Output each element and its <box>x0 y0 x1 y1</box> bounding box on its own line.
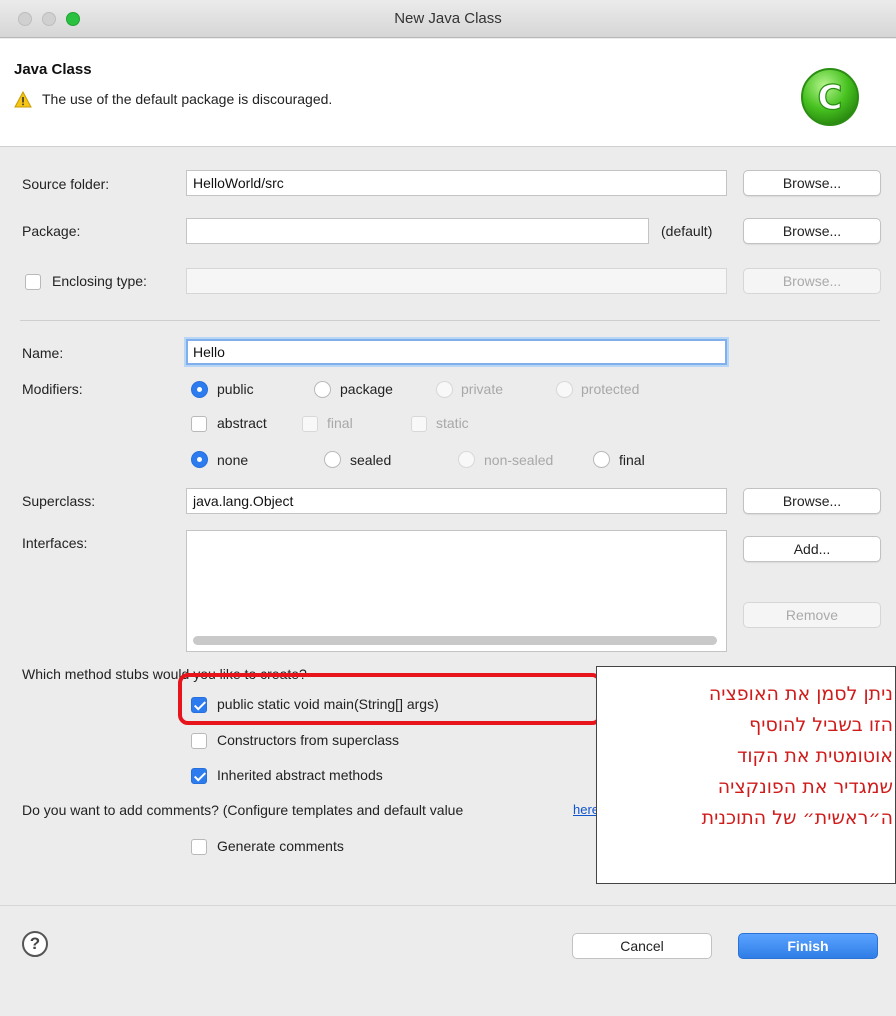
name-label: Name: <box>22 345 64 361</box>
footer-separator <box>0 905 896 906</box>
package-radio[interactable] <box>314 381 331 398</box>
static-checkbox[interactable] <box>411 416 427 432</box>
package-input[interactable] <box>186 218 649 244</box>
generate-comments-checkbox[interactable] <box>191 839 207 855</box>
package-browse-button[interactable]: Browse... <box>743 218 881 244</box>
warning-icon <box>14 91 32 108</box>
cancel-button[interactable]: Cancel <box>572 933 712 959</box>
source-folder-label: Source folder: <box>22 176 110 192</box>
logo-letter: C <box>818 78 843 118</box>
page-title: Java Class <box>14 61 92 78</box>
protected-radio[interactable] <box>556 381 573 398</box>
annotation-line: ה״ראשית״ של התוכנית <box>701 807 893 829</box>
interfaces-label: Interfaces: <box>22 535 88 551</box>
package-access-label: package <box>340 381 393 397</box>
constructors-label: Constructors from superclass <box>217 732 400 748</box>
java-class-logo-icon: C <box>801 68 859 126</box>
modifiers-label: Modifiers: <box>22 381 83 397</box>
inherited-methods-checkbox[interactable] <box>191 768 207 784</box>
sealed-radio[interactable] <box>324 451 341 468</box>
separator <box>20 320 880 321</box>
static-label: static <box>436 415 469 431</box>
add-interface-button[interactable]: Add... <box>743 536 881 562</box>
annotation-line: ניתן לסמן את האופציה <box>708 683 893 705</box>
protected-label: protected <box>581 381 640 397</box>
annotation-line: שמגדיר את הפונקציה <box>717 776 893 798</box>
help-icon[interactable]: ? <box>22 931 48 957</box>
enclosing-type-label: Enclosing type: <box>52 273 147 289</box>
final-sealing-radio[interactable] <box>593 451 610 468</box>
source-folder-input[interactable]: HelloWorld/src <box>186 170 727 196</box>
annotation-line: הזו בשביל להוסיף <box>749 714 893 736</box>
source-folder-browse-button[interactable]: Browse... <box>743 170 881 196</box>
new-java-class-dialog: New Java Class Java Class The use of the… <box>0 0 896 1016</box>
none-label: none <box>217 452 249 468</box>
abstract-label: abstract <box>217 415 267 431</box>
final-checkbox[interactable] <box>302 416 318 432</box>
generate-comments-label: Generate comments <box>217 838 344 854</box>
sealed-label: sealed <box>350 452 392 468</box>
window-title: New Java Class <box>394 10 502 27</box>
private-label: private <box>461 381 504 397</box>
title-bar: New Java Class <box>0 0 896 38</box>
enclosing-type-input[interactable] <box>186 268 727 294</box>
finish-button[interactable]: Finish <box>738 933 878 959</box>
inherited-methods-label: Inherited abstract methods <box>217 767 383 783</box>
warning-message: The use of the default package is discou… <box>42 91 333 107</box>
comments-question: Do you want to add comments? (Configure … <box>22 802 464 818</box>
superclass-label: Superclass: <box>22 493 96 509</box>
package-label: Package: <box>22 223 81 239</box>
public-radio[interactable] <box>191 381 208 398</box>
main-method-highlight <box>178 673 602 725</box>
private-radio[interactable] <box>436 381 453 398</box>
package-default-label: (default) <box>661 223 713 239</box>
none-radio[interactable] <box>191 451 208 468</box>
superclass-input[interactable]: java.lang.Object <box>186 488 727 514</box>
non-sealed-label: non-sealed <box>484 452 554 468</box>
abstract-checkbox[interactable] <box>191 416 207 432</box>
annotation-line: אוטומטית את הקוד <box>736 745 893 767</box>
interfaces-list[interactable] <box>186 530 727 652</box>
non-sealed-radio[interactable] <box>458 451 475 468</box>
superclass-browse-button[interactable]: Browse... <box>743 488 881 514</box>
final-flag-label: final <box>327 415 353 431</box>
public-label: public <box>217 381 254 397</box>
enclosing-type-browse-button[interactable]: Browse... <box>743 268 881 294</box>
final-sealing-label: final <box>619 452 645 468</box>
interfaces-horizontal-scrollbar[interactable] <box>193 636 717 645</box>
enclosing-type-checkbox[interactable] <box>25 274 41 290</box>
hebrew-annotation-box: ניתן לסמן את האופציה הזו בשביל להוסיף או… <box>596 666 896 884</box>
name-input[interactable]: Hello <box>186 339 727 365</box>
remove-interface-button[interactable]: Remove <box>743 602 881 628</box>
dialog-header: Java Class The use of the default packag… <box>0 39 896 147</box>
constructors-checkbox[interactable] <box>191 733 207 749</box>
